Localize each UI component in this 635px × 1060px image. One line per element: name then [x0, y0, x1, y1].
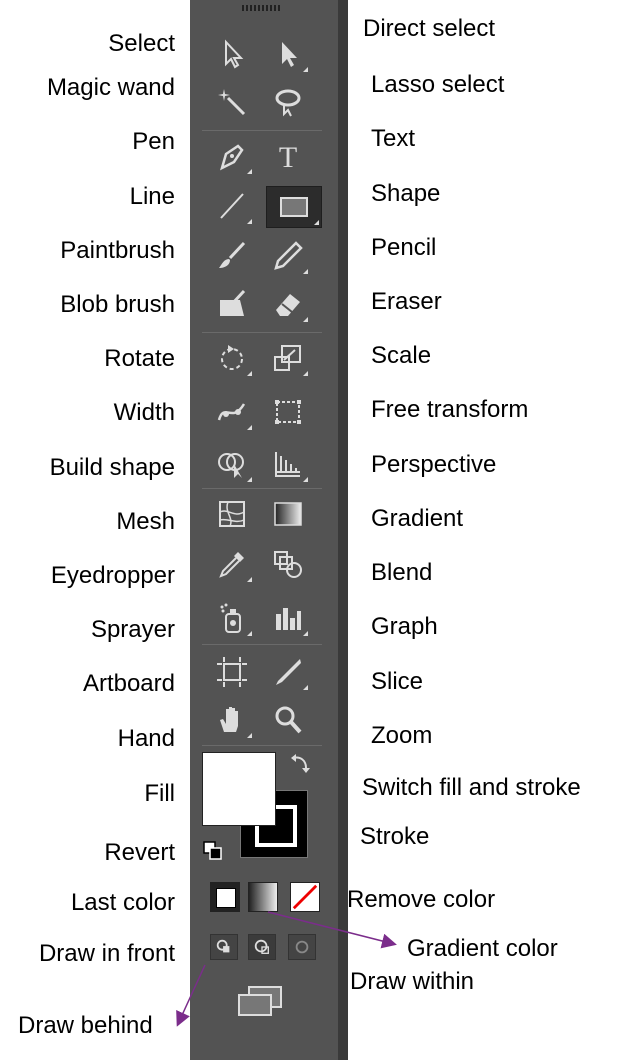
- gradient-color-arrow: [267, 911, 397, 949]
- draw-behind-arrow: [176, 964, 206, 1027]
- annotation-arrows: [176, 911, 397, 1027]
